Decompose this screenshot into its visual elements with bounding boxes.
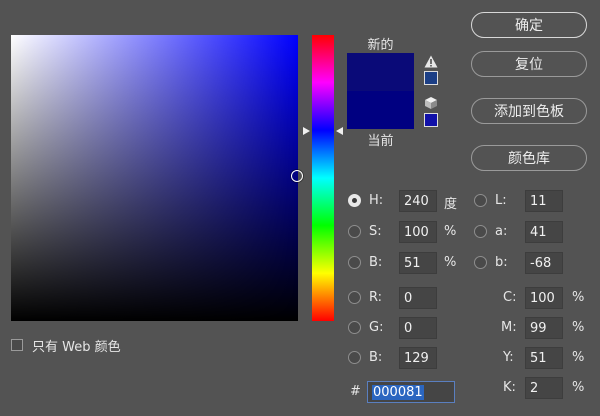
add-to-swatches-button[interactable]: 添加到色板	[471, 98, 587, 124]
web-safe-cube-icon[interactable]	[424, 96, 438, 110]
ok-button[interactable]: 确定	[471, 12, 587, 38]
brightness-field[interactable]	[399, 252, 437, 274]
current-color-swatch[interactable]	[347, 91, 414, 129]
magenta-field[interactable]	[525, 317, 563, 339]
web-safe-swatch[interactable]	[424, 113, 438, 127]
saturation-label: S:	[369, 224, 382, 239]
new-color-swatch	[347, 53, 414, 91]
red-field[interactable]	[399, 287, 437, 309]
yellow-label: Y:	[503, 350, 514, 365]
hue-slider[interactable]	[312, 35, 334, 321]
black-label: K:	[503, 380, 516, 395]
green-label: G:	[369, 320, 384, 335]
lab-a-field[interactable]	[525, 221, 563, 243]
radio-hue[interactable]	[348, 194, 361, 207]
saturation-field[interactable]	[399, 221, 437, 243]
black-unit: %	[572, 380, 585, 395]
radio-lab-l[interactable]	[474, 194, 487, 207]
magenta-label: M:	[501, 320, 517, 335]
web-colors-only-label[interactable]: 只有 Web 颜色	[32, 336, 121, 355]
brightness-label: B:	[369, 255, 383, 270]
radio-lab-b[interactable]	[474, 256, 487, 269]
hex-value: 000081	[372, 385, 424, 400]
web-colors-only-checkbox[interactable]	[11, 339, 23, 351]
radio-brightness[interactable]	[348, 256, 361, 269]
hex-label: #	[350, 384, 361, 399]
green-field[interactable]	[399, 317, 437, 339]
radio-saturation[interactable]	[348, 225, 361, 238]
black-field[interactable]	[525, 377, 563, 399]
color-libraries-button[interactable]: 颜色库	[471, 145, 587, 171]
blue-label: B:	[369, 350, 383, 365]
lab-l-label: L:	[495, 193, 507, 208]
color-field[interactable]	[11, 35, 298, 321]
cyan-label: C:	[503, 290, 517, 305]
current-color-label: 当前	[367, 134, 394, 149]
hue-field[interactable]	[399, 190, 437, 212]
yellow-unit: %	[572, 350, 585, 365]
hue-unit: 度	[444, 197, 458, 212]
radio-red[interactable]	[348, 291, 361, 304]
lab-l-field[interactable]	[525, 190, 563, 212]
magenta-unit: %	[572, 320, 585, 335]
new-color-label: 新的	[367, 38, 394, 53]
yellow-field[interactable]	[525, 347, 563, 369]
cyan-unit: %	[572, 290, 585, 305]
lab-b-label: b:	[495, 255, 508, 270]
hex-field[interactable]: 000081	[367, 381, 455, 403]
color-picker-ring[interactable]	[291, 170, 303, 182]
hue-slider-right-arrow[interactable]	[336, 127, 343, 135]
radio-lab-a[interactable]	[474, 225, 487, 238]
radio-blue[interactable]	[348, 351, 361, 364]
radio-green[interactable]	[348, 321, 361, 334]
lab-a-label: a:	[495, 224, 508, 239]
saturation-unit: %	[444, 224, 457, 239]
brightness-unit: %	[444, 255, 457, 270]
hue-label: H:	[369, 193, 384, 208]
cyan-field[interactable]	[525, 287, 563, 309]
reset-button[interactable]: 复位	[471, 51, 587, 77]
hue-slider-left-arrow[interactable]	[303, 127, 310, 135]
blue-field[interactable]	[399, 347, 437, 369]
lab-b-field[interactable]	[525, 252, 563, 274]
red-label: R:	[369, 290, 383, 305]
gamut-warning-icon[interactable]	[424, 55, 438, 68]
gamut-warning-swatch[interactable]	[424, 71, 438, 85]
